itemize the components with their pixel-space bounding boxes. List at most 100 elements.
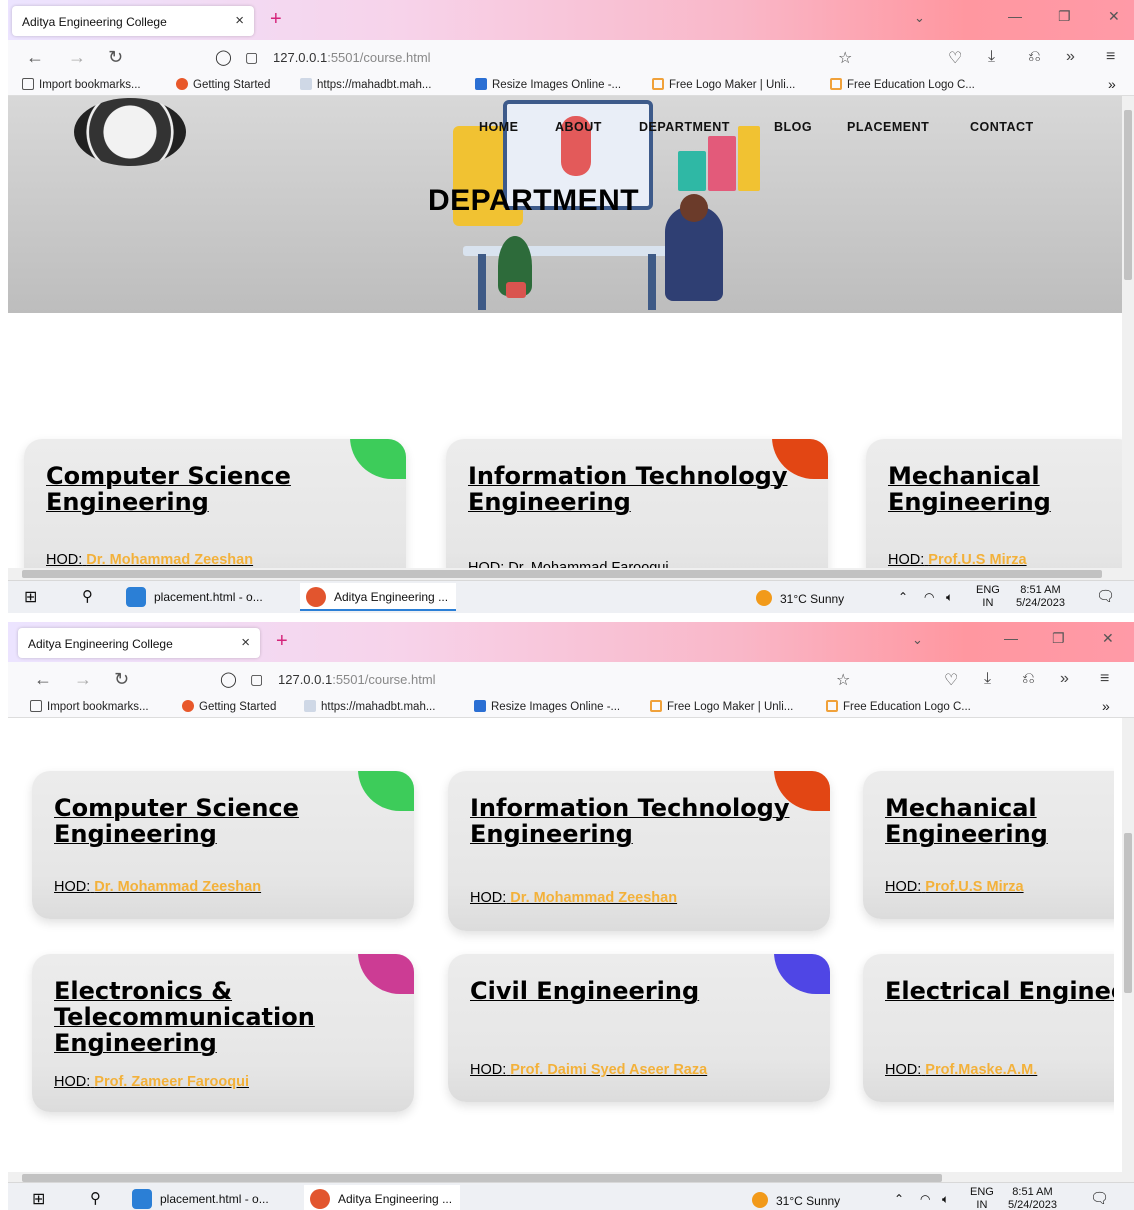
vertical-scrollbar[interactable]	[1122, 96, 1134, 568]
minimize-icon[interactable]: —	[1008, 8, 1022, 24]
scrollbar-thumb[interactable]	[22, 570, 1102, 578]
hod-name[interactable]: Prof.U.S Mirza	[925, 879, 1023, 895]
card-title[interactable]: Information Technology Engineering	[470, 795, 790, 847]
card-title[interactable]: Mechanical Engineering	[885, 795, 1114, 847]
bookmark-star-icon[interactable]: ☆	[838, 48, 852, 68]
forward-arrow-icon[interactable]: →	[68, 47, 86, 68]
bookmarks-overflow-icon[interactable]: »	[1102, 698, 1110, 714]
search-icon[interactable]: ⚲	[82, 587, 93, 605]
taskbar-app-active[interactable]: Aditya Engineering ...	[300, 583, 457, 611]
nav-about[interactable]: ABOUT	[555, 120, 602, 134]
bookmark-item[interactable]: Free Education Logo C...	[830, 78, 975, 91]
wifi-icon[interactable]: ◠	[920, 1192, 930, 1206]
shield-icon[interactable]: ◯	[215, 48, 232, 66]
taskbar-app[interactable]: placement.html - o...	[126, 1185, 277, 1210]
hod-name[interactable]: Prof.Maske.A.M.	[925, 1062, 1037, 1078]
tray-chevron-icon[interactable]: ⌃	[894, 1192, 904, 1206]
tray-chevron-icon[interactable]: ⌃	[898, 590, 908, 604]
minimize-icon[interactable]: —	[1004, 630, 1018, 646]
clock[interactable]: 8:51 AM 5/24/2023	[1016, 584, 1065, 610]
notification-icon[interactable]: 🗨︎	[1090, 1189, 1109, 1207]
card-title[interactable]: Mechanical Engineering	[888, 463, 1122, 515]
list-tabs-chevron-icon[interactable]: ⌄	[914, 10, 925, 26]
close-window-icon[interactable]: ✕	[1102, 630, 1114, 647]
bookmark-item[interactable]: Free Logo Maker | Unli...	[652, 78, 795, 91]
taskbar-app-active[interactable]: Aditya Engineering ...	[304, 1185, 461, 1210]
hod-name[interactable]: Dr. Mohammad Zeeshan	[94, 879, 261, 895]
clock[interactable]: 8:51 AM 5/24/2023	[1008, 1186, 1057, 1210]
address-bar[interactable]: 127.0.0.1:5501/course.html	[278, 672, 436, 687]
notification-icon[interactable]: 🗨︎	[1096, 587, 1115, 605]
more-tools-icon[interactable]: »	[1060, 670, 1069, 688]
card-title[interactable]: Information Technology Engineering	[468, 463, 788, 515]
language-indicator[interactable]: ENG IN	[970, 1186, 994, 1210]
card-title[interactable]: Computer Science Engineering	[54, 795, 374, 847]
back-arrow-icon[interactable]: ←	[34, 669, 52, 690]
card-title[interactable]: Computer Science Engineering	[46, 463, 366, 515]
restore-icon[interactable]: ❐	[1058, 8, 1071, 25]
department-card[interactable]: Information Technology Engineering HOD: …	[448, 771, 830, 931]
nav-home[interactable]: HOME	[479, 120, 519, 134]
speaker-icon[interactable]: 🔈︎	[942, 1192, 949, 1207]
search-icon[interactable]: ⚲	[90, 1189, 101, 1207]
department-card[interactable]: Mechanical Engineering HOD: Prof.U.S Mir…	[866, 439, 1122, 568]
horizontal-scrollbar[interactable]	[8, 568, 1134, 580]
nav-contact[interactable]: CONTACT	[970, 120, 1034, 134]
close-tab-icon[interactable]: ×	[241, 634, 250, 651]
back-arrow-icon[interactable]: ←	[26, 47, 44, 68]
scrollbar-thumb[interactable]	[22, 1174, 942, 1182]
card-title[interactable]: Civil Engineering	[470, 978, 790, 1004]
bookmark-item[interactable]: https://mahadbt.mah...	[304, 700, 435, 713]
windows-start-icon[interactable]: ⊞	[24, 587, 37, 607]
restore-icon[interactable]: ❐	[1052, 630, 1065, 647]
bookmark-item[interactable]: Free Education Logo C...	[826, 700, 971, 713]
extensions-icon[interactable]: ⎌	[1022, 670, 1035, 688]
list-tabs-chevron-icon[interactable]: ⌄	[912, 632, 923, 648]
bookmark-item[interactable]: Import bookmarks...	[30, 700, 149, 713]
weather-widget[interactable]: 31°C Sunny	[752, 1192, 840, 1208]
bookmark-item[interactable]: Getting Started	[176, 78, 270, 91]
nav-placement[interactable]: PLACEMENT	[847, 120, 929, 134]
reload-icon[interactable]: ↻	[108, 47, 123, 68]
hod-name[interactable]: Dr. Mohammad Zeeshan	[86, 552, 253, 568]
department-card[interactable]: Information Technology Engineering HOD: …	[446, 439, 828, 568]
scrollbar-thumb[interactable]	[1124, 110, 1132, 280]
new-tab-button[interactable]: +	[276, 630, 288, 653]
close-window-icon[interactable]: ✕	[1108, 8, 1120, 25]
department-card[interactable]: Computer Science Engineering HOD: Dr. Mo…	[24, 439, 406, 568]
download-icon[interactable]: ⤓	[988, 48, 995, 66]
bookmark-item[interactable]: Resize Images Online -...	[475, 78, 621, 91]
menu-hamburger-icon[interactable]: ≡	[1106, 48, 1115, 66]
browser-tab[interactable]: Aditya Engineering College ×	[12, 6, 254, 36]
extensions-icon[interactable]: ⎌	[1028, 48, 1041, 66]
language-indicator[interactable]: ENG IN	[976, 584, 1000, 610]
shield-icon[interactable]: ◯	[220, 670, 237, 688]
taskbar-app[interactable]: placement.html - o...	[120, 583, 271, 611]
department-card[interactable]: Mechanical Engineering HOD: Prof.U.S Mir…	[863, 771, 1114, 919]
nav-blog[interactable]: BLOG	[774, 120, 812, 134]
menu-hamburger-icon[interactable]: ≡	[1100, 670, 1109, 688]
department-card[interactable]: Computer Science Engineering HOD: Dr. Mo…	[32, 771, 414, 919]
department-card[interactable]: Electronics & Telecommunication Engineer…	[32, 954, 414, 1112]
scrollbar-thumb[interactable]	[1124, 833, 1132, 993]
bookmarks-overflow-icon[interactable]: »	[1108, 76, 1116, 92]
windows-start-icon[interactable]: ⊞	[32, 1189, 45, 1209]
nav-department[interactable]: DEPARTMENT	[639, 120, 730, 134]
pocket-icon[interactable]: ♡	[948, 48, 962, 68]
hod-name[interactable]: Dr. Mohammad Zeeshan	[510, 890, 677, 906]
card-title[interactable]: Electronics & Telecommunication Engineer…	[54, 978, 374, 1056]
download-icon[interactable]: ⤓	[984, 670, 991, 688]
browser-tab[interactable]: Aditya Engineering College ×	[18, 628, 260, 658]
bookmark-star-icon[interactable]: ☆	[836, 670, 850, 690]
department-card[interactable]: Electrical Engineering HOD: Prof.Maske.A…	[863, 954, 1114, 1102]
card-title[interactable]: Electrical Engineering	[885, 978, 1114, 1004]
close-tab-icon[interactable]: ×	[235, 12, 244, 29]
weather-widget[interactable]: 31°C Sunny	[756, 590, 844, 606]
speaker-icon[interactable]: 🔈︎	[946, 590, 953, 605]
hod-name[interactable]: Prof. Zameer Farooqui	[94, 1074, 249, 1090]
more-tools-icon[interactable]: »	[1066, 48, 1075, 66]
new-tab-button[interactable]: +	[270, 8, 282, 31]
hod-name[interactable]: Prof.U.S Mirza	[928, 552, 1026, 568]
pocket-icon[interactable]: ♡	[944, 670, 958, 690]
bookmark-item[interactable]: Import bookmarks...	[22, 78, 141, 91]
